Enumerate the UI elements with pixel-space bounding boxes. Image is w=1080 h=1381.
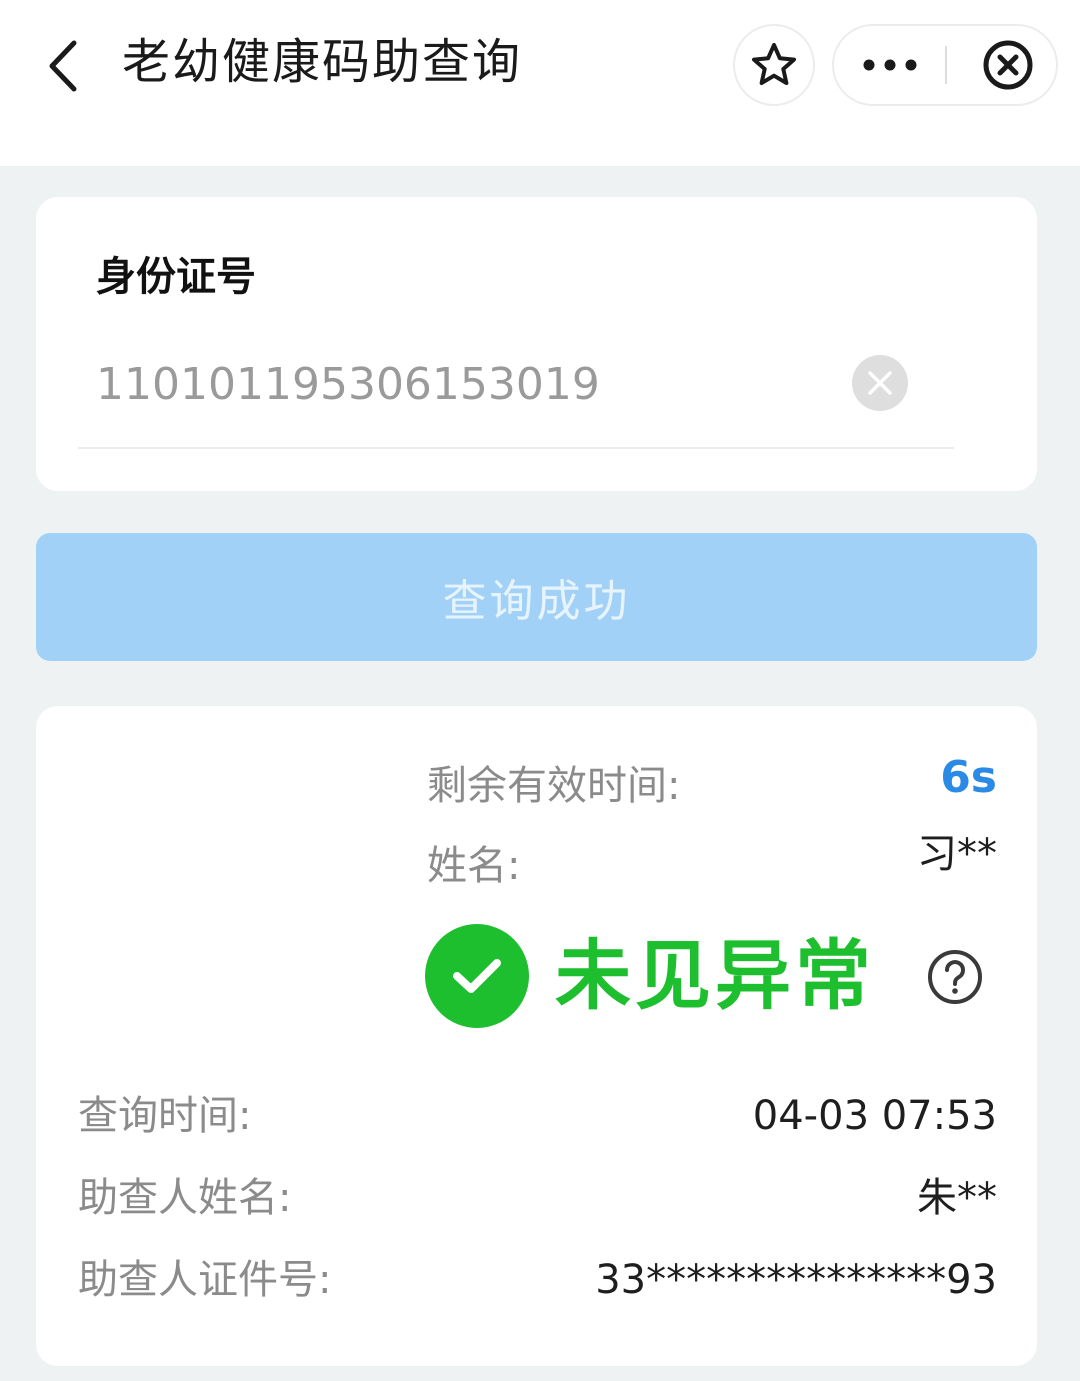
query-time-value: 04-03 07:53	[752, 1093, 997, 1139]
remaining-time-label: 剩余有效时间:	[427, 763, 681, 809]
query-button[interactable]: 查询成功	[36, 533, 1037, 661]
name-value: 习**	[917, 831, 997, 877]
chevron-left-icon	[49, 40, 77, 92]
help-button[interactable]	[926, 948, 984, 1006]
clear-input-button[interactable]	[852, 355, 908, 411]
clear-x-icon	[868, 371, 892, 395]
name-label: 姓名:	[427, 843, 521, 889]
id-number-label: 身份证号	[96, 254, 256, 300]
top-navigation-bar: 老幼健康码助查询	[0, 0, 1080, 166]
helper-name-value: 朱**	[917, 1175, 997, 1221]
status-badge	[425, 924, 529, 1028]
back-button[interactable]	[38, 36, 86, 96]
id-input-card: 身份证号 110101195306153019	[36, 197, 1037, 491]
close-button[interactable]	[960, 26, 1056, 104]
more-button[interactable]	[834, 26, 946, 104]
mini-program-capsule	[832, 24, 1058, 106]
query-time-label: 查询时间:	[78, 1093, 252, 1139]
question-circle-icon	[928, 950, 982, 1004]
health-status-text: 未见异常	[555, 931, 875, 1020]
input-underline	[78, 447, 954, 449]
capsule-divider	[945, 46, 947, 84]
remaining-time-value: 6s	[940, 752, 997, 803]
star-outline-icon	[752, 43, 796, 85]
check-icon	[453, 959, 501, 993]
favorite-button[interactable]	[733, 24, 815, 106]
ellipsis-icon	[863, 59, 917, 71]
close-circle-icon	[983, 40, 1033, 90]
helper-name-label: 助查人姓名:	[78, 1175, 292, 1221]
page-title: 老幼健康码助查询	[122, 34, 523, 90]
result-card: 剩余有效时间: 6s 姓名: 习** 未见异常 查询时间: 04-03 07:5…	[36, 706, 1037, 1366]
helper-id-value: 33***************93	[595, 1257, 997, 1303]
id-number-input[interactable]: 110101195306153019	[96, 357, 600, 413]
helper-id-label: 助查人证件号:	[78, 1257, 332, 1303]
